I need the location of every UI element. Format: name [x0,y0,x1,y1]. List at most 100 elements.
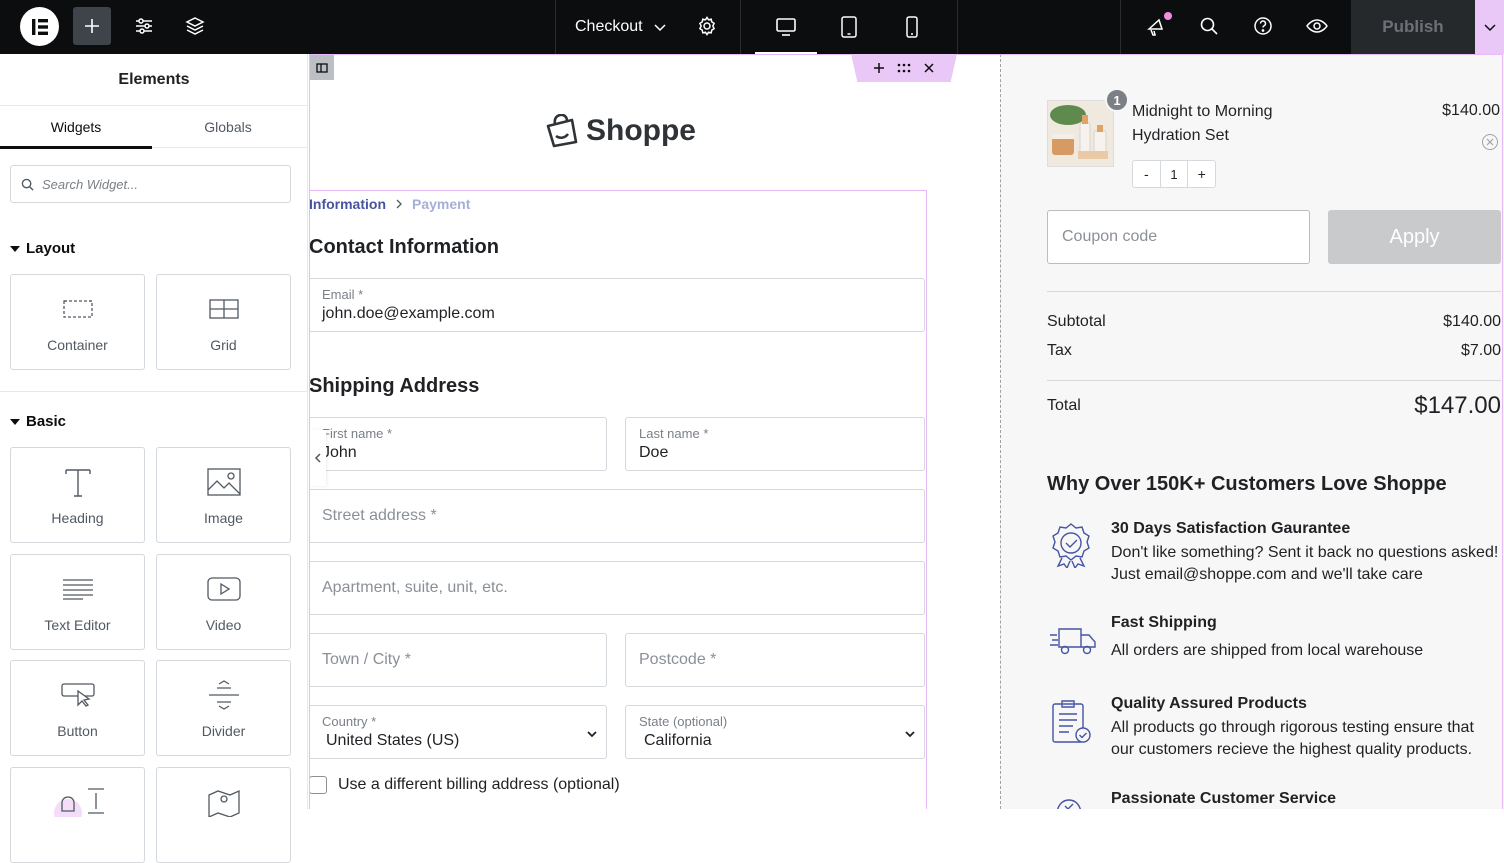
image-icon [206,466,241,498]
grid-icon [208,293,239,325]
tab-globals[interactable]: Globals [152,106,304,148]
product-image [1047,100,1114,167]
help-button[interactable] [1244,7,1282,45]
gear-icon [698,16,716,36]
checkout-form-column: Shoppe Information Payment Contact Infor… [309,54,1001,809]
widget-button[interactable]: Button [10,660,145,756]
search-icon [1200,17,1218,35]
column-handle[interactable] [309,55,334,80]
document-title: Checkout [575,18,643,35]
search-button[interactable] [1190,7,1228,45]
column-icon [315,62,328,73]
widget-label: Container [47,337,108,353]
clipboard-check-icon [1049,699,1093,745]
publish-options-button[interactable] [1475,0,1504,54]
email-field[interactable]: Email * john.doe@example.com [309,278,925,332]
breadcrumb-information[interactable]: Information [309,196,386,212]
widget-divider[interactable]: Divider [156,660,291,756]
feature-description: All products go through rigorous testing… [1111,719,1474,758]
coupon-input[interactable]: Coupon code [1047,210,1310,264]
total-row: Total $147.00 [1047,392,1501,419]
panel-collapse-toggle[interactable] [309,430,326,486]
container-icon [62,293,93,325]
document-title-dropdown[interactable]: Checkout [575,0,667,54]
toolbar-divider [740,0,741,54]
widget-text-editor[interactable]: Text Editor [10,554,145,650]
section-handle [851,54,957,82]
section-basic-header[interactable]: Basic [10,413,66,430]
first-name-field[interactable]: First name * John [309,417,607,471]
add-section-icon[interactable] [873,62,885,74]
section-basic-title: Basic [26,413,67,430]
tablet-view-button[interactable] [818,0,880,54]
publish-button[interactable]: Publish [1351,0,1475,54]
tax-row: Tax $7.00 [1047,342,1501,360]
apartment-placeholder: Apartment, suite, unit, etc. [322,579,508,596]
desktop-view-button[interactable] [755,0,817,54]
close-icon [1486,138,1494,146]
panel-title: Elements [0,54,308,106]
street-address-placeholder: Street address * [322,507,437,524]
preview-button[interactable] [1298,7,1336,45]
mobile-view-button[interactable] [881,0,943,54]
chevron-right-icon [396,199,402,209]
divider-icon [208,679,240,711]
chevron-down-icon [905,731,915,738]
toolbar-divider [555,0,556,54]
widget-label: Grid [210,337,237,353]
add-element-button[interactable] [73,7,111,45]
summary-divider [1047,380,1501,381]
top-bar: Checkout Publish [0,0,1504,54]
tax-value: $7.00 [1460,342,1501,359]
widget-google-maps[interactable] [156,767,291,863]
product-name: Midnight to Morning Hydration Set [1132,103,1273,144]
street-address-field[interactable]: Street address * [309,489,925,543]
section-layout-title: Layout [26,240,76,257]
state-select[interactable]: State (optional) California [625,705,925,759]
close-icon[interactable] [923,62,935,74]
search-widget-input[interactable] [42,176,272,192]
chevron-down-icon [587,731,597,738]
country-select[interactable]: Country * United States (US) [309,705,607,759]
tab-widgets[interactable]: Widgets [0,106,152,149]
billing-address-label[interactable]: Use a different billing address (optiona… [338,776,620,794]
widget-image[interactable]: Image [156,447,291,543]
quantity-increase-button[interactable]: + [1188,161,1215,187]
billing-address-checkbox[interactable] [309,776,327,794]
section-layout-header[interactable]: Layout [10,240,75,257]
page-settings-button[interactable] [688,7,726,45]
last-name-value: Doe [639,444,669,461]
feature-item: Passionate Customer Service [1047,790,1501,809]
order-summary-column: 1 Midnight to Morning Hydration Set $140… [1000,54,1504,809]
spacer-icon [48,786,108,818]
total-value: $147.00 [1414,392,1501,419]
structure-button[interactable] [176,7,214,45]
tablet-icon [841,16,857,38]
breadcrumb-payment[interactable]: Payment [412,196,470,212]
last-name-field[interactable]: Last name * Doe [625,417,925,471]
widget-video[interactable]: Video [156,554,291,650]
apply-coupon-button[interactable]: Apply [1328,210,1501,264]
elementor-logo[interactable] [20,7,59,46]
widget-spacer[interactable] [10,767,145,863]
quantity-value[interactable]: 1 [1159,161,1189,187]
widget-grid[interactable]: Grid [156,274,291,370]
city-placeholder: Town / City * [322,651,411,668]
widget-container[interactable]: Container [10,274,145,370]
shipping-heading: Shipping Address [309,375,480,397]
postcode-placeholder: Postcode * [639,651,717,668]
feature-title: Passionate Customer Service [1111,790,1336,807]
drag-handle-icon[interactable] [897,62,911,74]
quantity-stepper: - 1 + [1132,160,1216,188]
city-field[interactable]: Town / City * [309,633,607,687]
plus-icon [85,19,99,33]
quantity-decrease-button[interactable]: - [1133,161,1160,187]
notification-dot [1164,12,1172,20]
remove-item-button[interactable] [1482,134,1498,150]
widget-heading[interactable]: Heading [10,447,145,543]
apartment-field[interactable]: Apartment, suite, unit, etc. [309,561,925,615]
postcode-field[interactable]: Postcode * [625,633,925,687]
site-settings-button[interactable] [125,7,163,45]
brand-logo: Shoppe [544,114,696,148]
email-value: john.doe@example.com [322,305,495,322]
